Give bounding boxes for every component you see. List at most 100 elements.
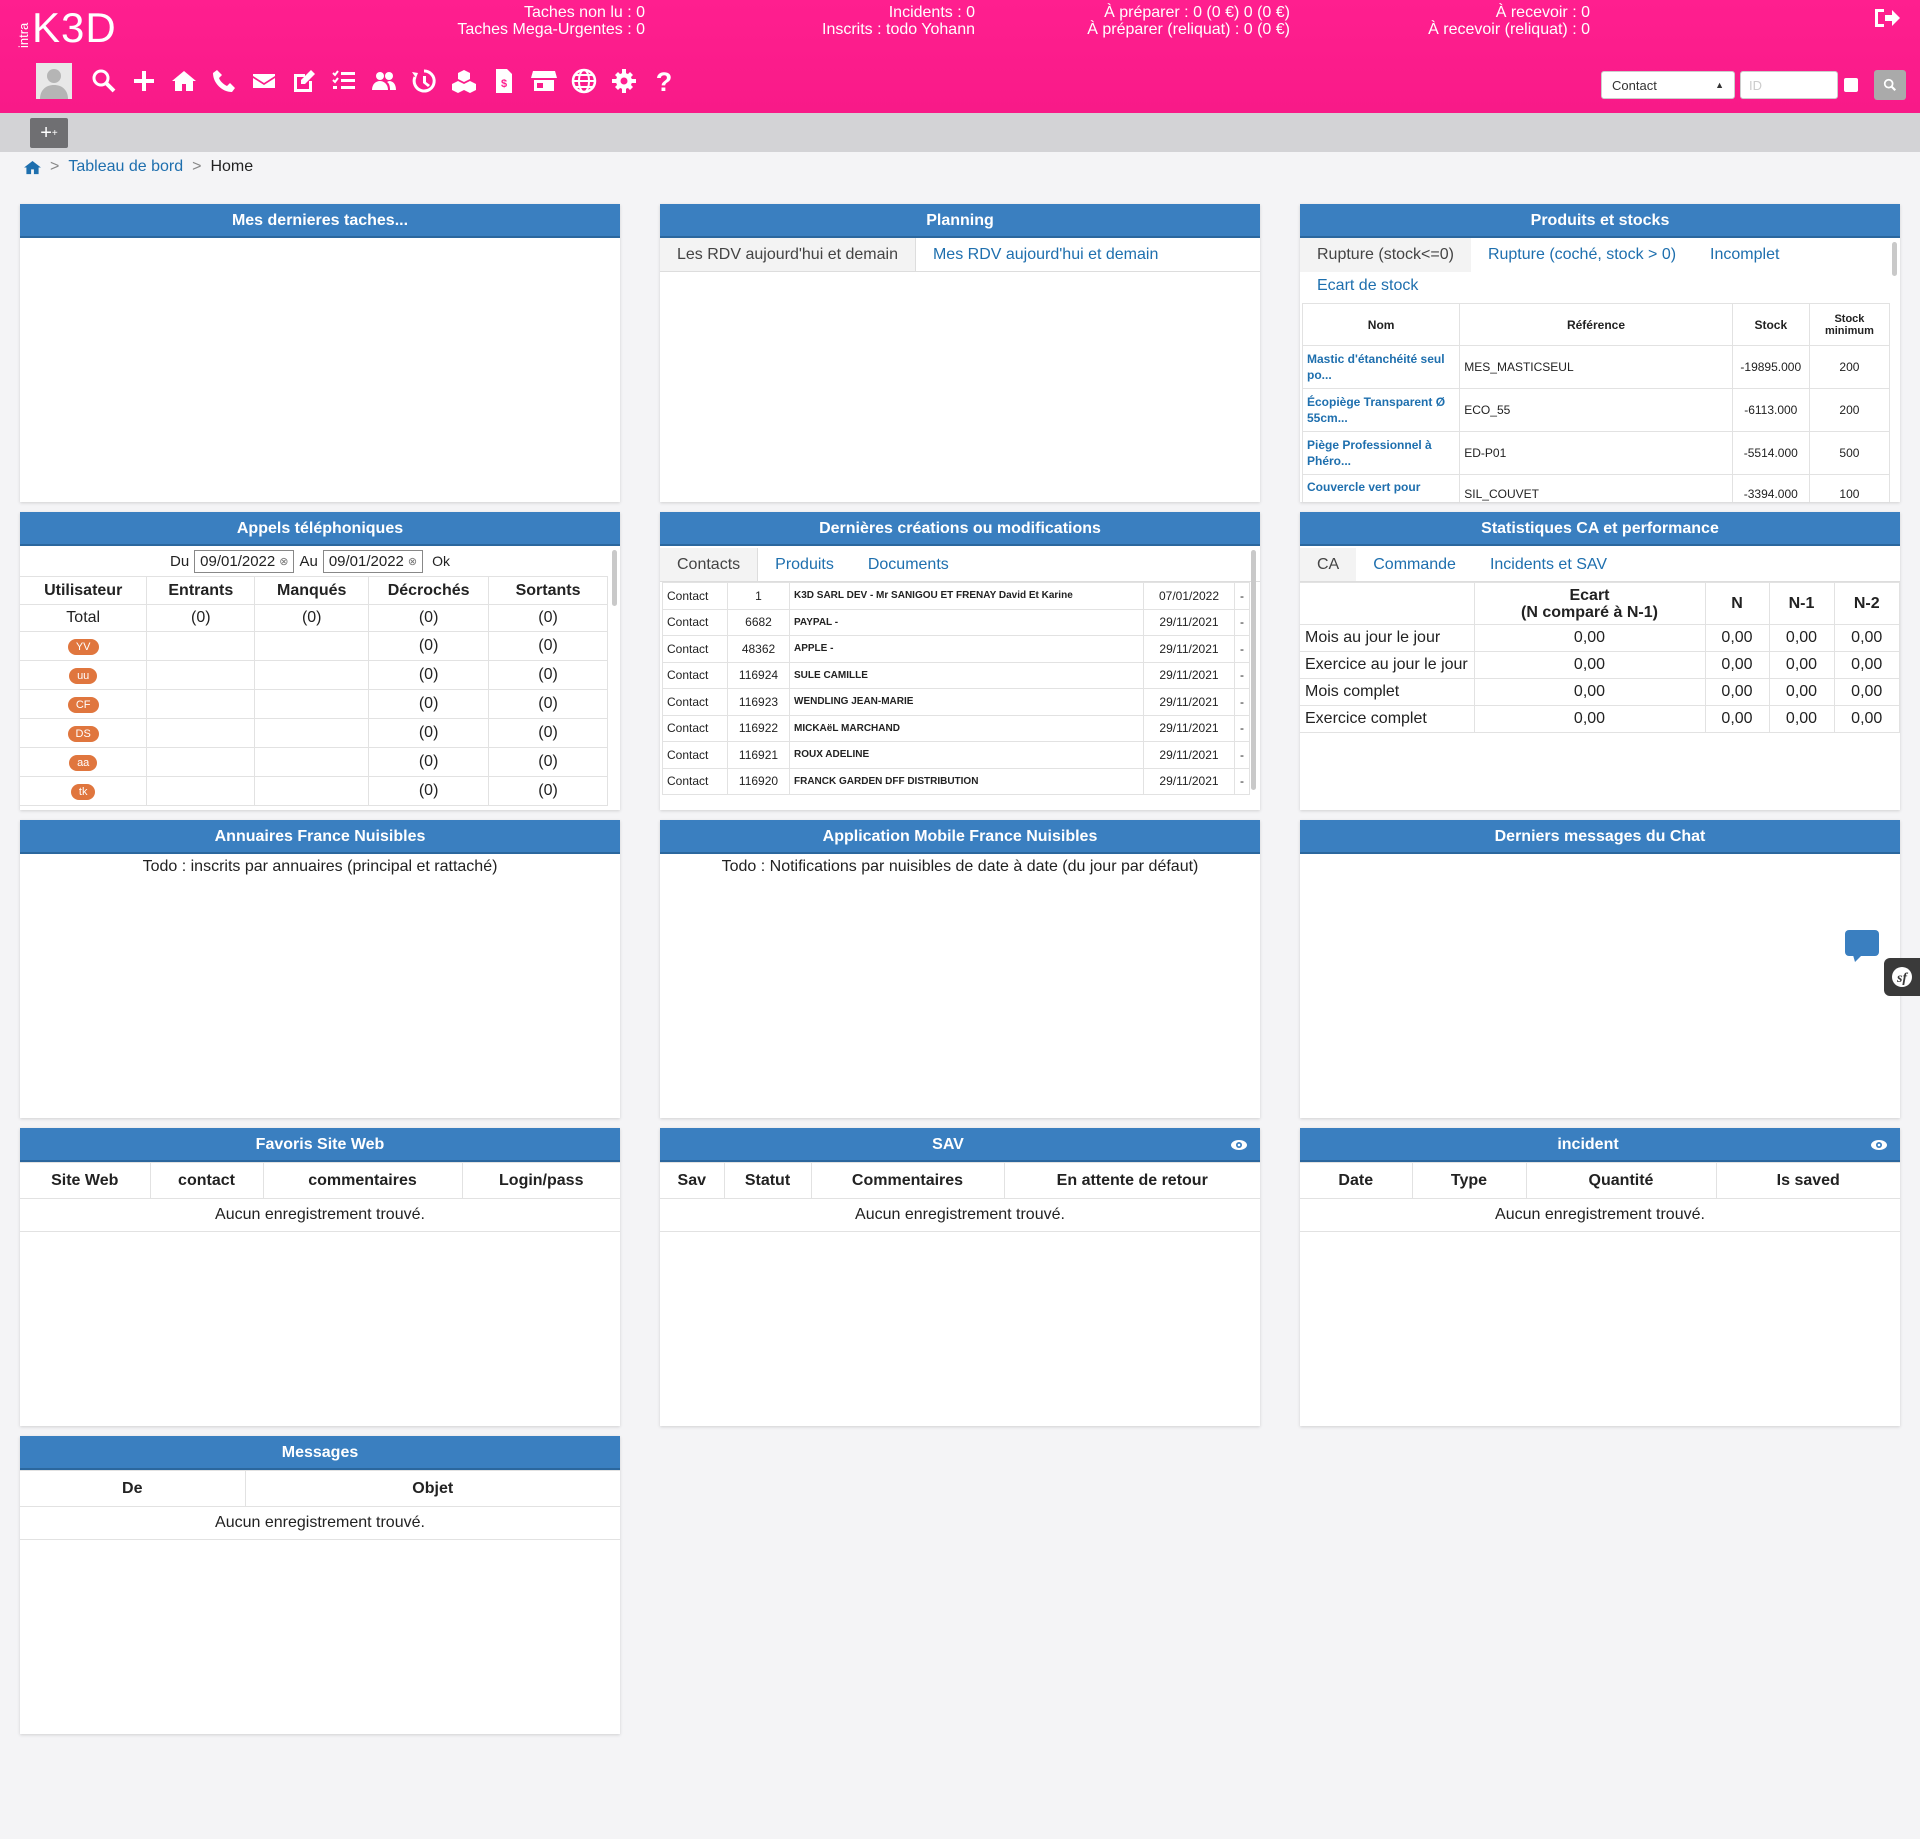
table-row[interactable]: Contact 116923 WENDLING JEAN-MARIE 29/11/20… [662, 688, 1250, 716]
tab-all-rdv[interactable]: Les RDV aujourd'hui et demain [660, 238, 916, 271]
scrollbar[interactable] [1892, 242, 1897, 276]
id-input[interactable]: ID [1740, 71, 1838, 99]
tab-incomplet[interactable]: Incomplet [1693, 238, 1796, 272]
search-type-select[interactable]: Contact ▲ [1601, 71, 1735, 99]
stat-incidents[interactable]: Incidents : 0 Inscrits : todo Yohann [822, 4, 975, 38]
panel-title[interactable]: Planning [660, 204, 1260, 238]
cell-name[interactable]: PAYPAL - [789, 608, 1144, 636]
user-badge[interactable]: YV [67, 639, 99, 655]
from-date-input[interactable]: 09/01/2022 ⊗ [194, 549, 295, 573]
table-row[interactable]: Mastic d'étanchéité seul po... MES_MASTIC… [1301, 345, 1891, 389]
col-type[interactable]: Type [1411, 1162, 1527, 1199]
tab-incidents-sav[interactable]: Incidents et SAV [1473, 548, 1624, 581]
clear-icon[interactable]: ⊗ [279, 555, 288, 568]
tab-commande[interactable]: Commande [1356, 548, 1473, 581]
gear-icon[interactable] [610, 67, 638, 95]
table-row[interactable]: Couvercle vert pour SIL_COUVET -3394.000 10… [1301, 474, 1891, 502]
stat-receive[interactable]: À recevoir : 0À recevoir (reliquat) : 0 [1428, 4, 1590, 38]
stat-tasks[interactable]: Taches non lu : 0 Taches Mega-Urgentes : … [457, 4, 645, 38]
table-row[interactable]: Contact 116922 MICKAëL MARCHAND 29/11/2021- [662, 714, 1250, 742]
envelope-icon[interactable] [250, 67, 278, 95]
col-date[interactable]: Date [1300, 1162, 1413, 1199]
col-user[interactable]: Utilisateur [20, 576, 148, 605]
phone-icon[interactable] [210, 67, 238, 95]
tab-contacts[interactable]: Contacts [660, 548, 759, 581]
tab-my-rdv[interactable]: Mes RDV aujourd'hui et demain [916, 238, 1175, 271]
col-contact[interactable]: contact [149, 1162, 264, 1199]
breadcrumb-dashboard[interactable]: Tableau de bord [68, 158, 183, 176]
col-reference[interactable]: Référence [1459, 303, 1733, 346]
col-subject[interactable]: Objet [244, 1470, 620, 1507]
table-row[interactable]: Contact 1 K3D SARL DEV - Mr SANIGOU ET FRE… [662, 582, 1250, 610]
tab-rupture[interactable]: Rupture (stock<=0) [1300, 238, 1471, 272]
table-row[interactable]: Contact 116924 SULE CAMILLE 29/11/2021- [662, 661, 1250, 689]
user-badge[interactable]: tk [70, 784, 96, 800]
tab-ca[interactable]: CA [1300, 548, 1357, 581]
panel-title[interactable]: Favoris Site Web [20, 1128, 620, 1162]
edit-icon[interactable] [290, 67, 318, 95]
add-widget-button[interactable]: + + [30, 118, 68, 148]
product-link[interactable]: Écopiège Transparent Ø 55cm... [1307, 395, 1445, 425]
col-saved[interactable]: Is saved [1715, 1162, 1900, 1199]
col-waiting[interactable]: En attente de retour [1003, 1162, 1260, 1199]
col-quantity[interactable]: Quantité [1525, 1162, 1717, 1199]
panel-title[interactable]: Appels téléphoniques [20, 512, 620, 546]
history-icon[interactable] [410, 67, 438, 95]
globe-icon[interactable] [570, 67, 598, 95]
search-button[interactable] [1874, 70, 1906, 100]
table-row[interactable]: Écopiège Transparent Ø 55cm... ECO_55 -611… [1301, 388, 1891, 432]
col-in[interactable]: Entrants [146, 576, 256, 605]
panel-title[interactable]: Mes dernieres taches... [20, 204, 620, 238]
cubes-icon[interactable] [450, 67, 478, 95]
col-n2[interactable]: N-2 [1833, 582, 1900, 625]
eye-icon[interactable] [1230, 1137, 1248, 1153]
search-checkbox[interactable] [1844, 78, 1858, 92]
symfony-debug-icon[interactable]: sf [1884, 958, 1920, 996]
user-badge[interactable]: uu [69, 668, 98, 684]
cell-name[interactable]: WENDLING JEAN-MARIE [789, 688, 1144, 716]
app-logo[interactable]: intra K3D [16, 6, 117, 50]
col-missed[interactable]: Manqués [254, 576, 370, 605]
panel-title[interactable]: Annuaires France Nuisibles [20, 820, 620, 854]
col-picked[interactable]: Décrochés [368, 576, 490, 605]
chat-bubble-icon[interactable] [1845, 930, 1879, 962]
tab-documents[interactable]: Documents [851, 548, 966, 581]
col-site[interactable]: Site Web [20, 1162, 151, 1199]
question-icon[interactable]: ? [650, 67, 678, 95]
scrollbar[interactable] [612, 550, 617, 606]
product-link[interactable]: Piège Professionnel à Phéro... [1307, 438, 1432, 468]
col-out[interactable]: Sortants [488, 576, 608, 605]
col-n[interactable]: N [1704, 582, 1770, 625]
user-badge[interactable]: aa [69, 755, 98, 771]
logout-icon[interactable] [1872, 6, 1900, 30]
panel-title[interactable]: SAV [932, 1136, 964, 1153]
col-from[interactable]: De [20, 1470, 246, 1507]
scrollbar[interactable] [1251, 550, 1256, 790]
cell-name[interactable]: ROUX ADELINE [789, 741, 1144, 769]
tasks-icon[interactable] [330, 67, 358, 95]
table-row[interactable]: Contact 116920 FRANCK GARDEN DFF DISTRIBUT… [662, 767, 1250, 795]
user-badge[interactable]: DS [67, 726, 99, 742]
store-icon[interactable] [530, 67, 558, 95]
product-link[interactable]: Couvercle vert pour [1307, 480, 1420, 494]
home-icon[interactable] [24, 160, 41, 175]
to-date-input[interactable]: 09/01/2022 ⊗ [322, 549, 424, 573]
panel-title[interactable]: Derniers messages du Chat [1300, 820, 1900, 854]
invoice-icon[interactable]: $ [490, 67, 518, 95]
avatar[interactable] [36, 63, 72, 99]
search-icon[interactable] [90, 67, 118, 95]
col-comments[interactable]: commentaires [262, 1162, 463, 1199]
ok-button[interactable]: Ok [432, 553, 450, 569]
col-stock[interactable]: Stock [1731, 303, 1810, 346]
clear-icon[interactable]: ⊗ [408, 555, 417, 568]
cell-name[interactable]: APPLE - [789, 635, 1144, 663]
table-row[interactable]: Piège Professionnel à Phéro... ED-P01 -551… [1301, 431, 1891, 475]
eye-icon[interactable] [1870, 1137, 1888, 1153]
table-row[interactable]: Contact 116921 ROUX ADELINE 29/11/2021- [662, 741, 1250, 769]
product-link[interactable]: Mastic d'étanchéité seul po... [1307, 352, 1445, 382]
panel-title[interactable]: Statistiques CA et performance [1300, 512, 1900, 546]
home-icon[interactable] [170, 67, 198, 95]
col-stock-min[interactable]: Stock minimum [1808, 303, 1891, 346]
user-badge[interactable]: CF [67, 697, 99, 713]
col-statut[interactable]: Statut [723, 1162, 812, 1199]
